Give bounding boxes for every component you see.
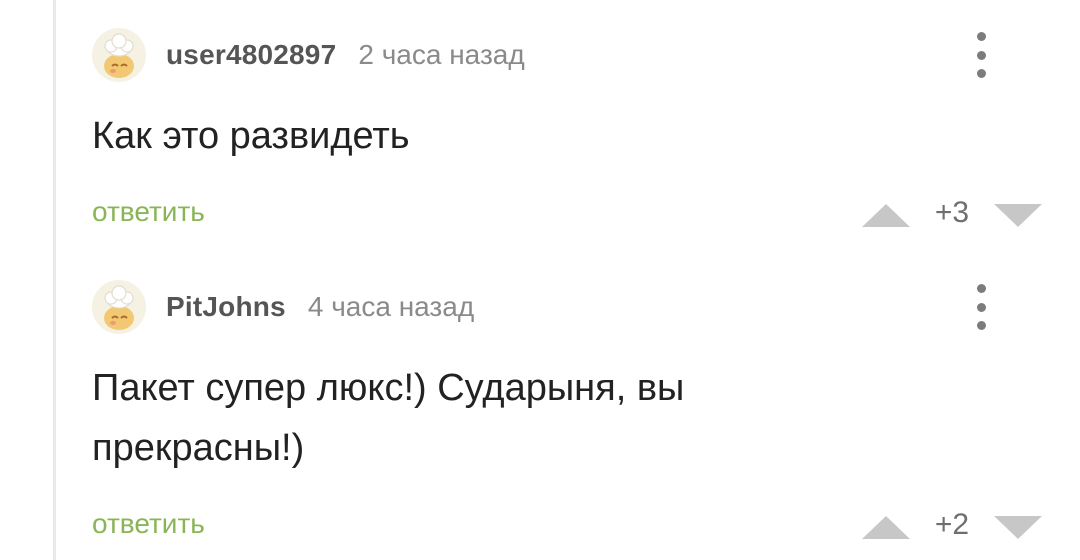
comment-time: 2 часа назад — [358, 39, 525, 70]
triangle-down-icon[interactable] — [994, 516, 1042, 539]
dot — [976, 69, 986, 78]
comment-time: 4 часа назад — [307, 291, 475, 322]
vote-controls: +3 — [862, 196, 1042, 232]
dot — [976, 50, 986, 60]
vote-controls: +2 — [862, 508, 1042, 544]
comment-author[interactable]: user4802897 — [166, 39, 336, 71]
triangle-down-icon[interactable] — [994, 204, 1042, 227]
thread-line — [0, 0, 56, 560]
dot — [976, 284, 986, 293]
dot — [976, 302, 986, 312]
rating-count: +3 — [934, 196, 970, 229]
vertical-ellipsis-icon[interactable] — [966, 32, 996, 78]
reply-button[interactable]: ответить — [92, 508, 205, 540]
comment: user4802897 2 часа назад Как это развиде… — [92, 28, 1080, 238]
comment-text: Пакет супер люкс!) Сударыня, вы прекрасн… — [92, 367, 685, 469]
vertical-ellipsis-icon[interactable] — [966, 284, 996, 330]
comment-text: Как это развидеть — [92, 115, 410, 157]
default-avatar-cook-icon[interactable] — [92, 280, 146, 334]
triangle-up-icon[interactable] — [862, 516, 910, 539]
comment: PitJohns 4 часа назад Пакет супер люкс!)… — [92, 280, 1080, 560]
dot — [976, 321, 986, 330]
comment-header: PitJohns 4 часа назад — [92, 280, 1052, 334]
dot — [976, 32, 986, 41]
comment-author[interactable]: PitJohns — [166, 291, 286, 323]
triangle-up-icon[interactable] — [862, 204, 910, 227]
rating-count: +2 — [934, 508, 970, 541]
reply-button[interactable]: ответить — [92, 196, 205, 228]
default-avatar-cook-icon[interactable] — [92, 28, 146, 82]
comment-header: user4802897 2 часа назад — [92, 28, 1052, 82]
